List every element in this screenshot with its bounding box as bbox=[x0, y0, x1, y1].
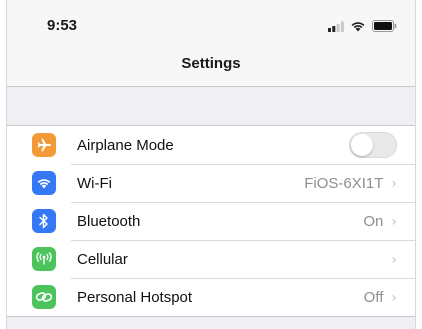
row-value: On bbox=[363, 213, 384, 230]
row-label: Airplane Mode bbox=[77, 136, 174, 154]
status-icons bbox=[328, 19, 397, 37]
chevron-right-icon: › bbox=[391, 213, 397, 230]
status-time: 9:53 bbox=[47, 17, 78, 34]
hotspot-link-icon bbox=[32, 285, 56, 309]
settings-row-wifi[interactable]: Wi-Fi FiOS-6XI1T › bbox=[7, 164, 415, 202]
settings-list: Airplane Mode Wi-Fi FiOS-6XI1T › Bluetoo… bbox=[7, 125, 415, 317]
settings-screen: 9:53 Settings Airplane Mode Wi-Fi FiOS-6… bbox=[6, 0, 416, 329]
row-label: Wi-Fi bbox=[77, 175, 112, 192]
page-title: Settings bbox=[181, 55, 241, 72]
toggle-knob bbox=[351, 134, 373, 156]
row-content: Bluetooth On › bbox=[71, 202, 415, 240]
settings-row-personal-hotspot[interactable]: Personal Hotspot Off › bbox=[7, 278, 415, 316]
row-label: Cellular bbox=[77, 251, 128, 268]
row-content: Cellular › bbox=[71, 240, 415, 278]
chevron-right-icon: › bbox=[391, 289, 397, 306]
row-value: Off bbox=[363, 289, 384, 306]
wifi-icon bbox=[32, 171, 56, 195]
row-content: Wi-Fi FiOS-6XI1T › bbox=[71, 164, 415, 202]
settings-row-airplane-mode[interactable]: Airplane Mode bbox=[7, 126, 415, 164]
settings-row-bluetooth[interactable]: Bluetooth On › bbox=[7, 202, 415, 240]
row-content: Airplane Mode bbox=[71, 126, 415, 164]
cellular-signal-icon bbox=[328, 19, 344, 37]
row-label: Bluetooth bbox=[77, 213, 141, 230]
wifi-icon bbox=[350, 19, 366, 37]
bluetooth-icon bbox=[32, 209, 56, 233]
row-value: FiOS-6XI1T bbox=[304, 175, 384, 192]
settings-row-cellular[interactable]: Cellular › bbox=[7, 240, 415, 278]
cellular-antenna-icon bbox=[32, 247, 56, 271]
airplane-mode-toggle[interactable] bbox=[349, 132, 397, 158]
top-bar: 9:53 Settings bbox=[7, 0, 415, 87]
battery-icon bbox=[372, 19, 397, 37]
chevron-right-icon: › bbox=[391, 175, 397, 192]
row-label: Personal Hotspot bbox=[77, 289, 193, 306]
airplane-icon bbox=[32, 133, 56, 157]
chevron-right-icon: › bbox=[391, 251, 397, 268]
row-content: Personal Hotspot Off › bbox=[71, 278, 415, 316]
